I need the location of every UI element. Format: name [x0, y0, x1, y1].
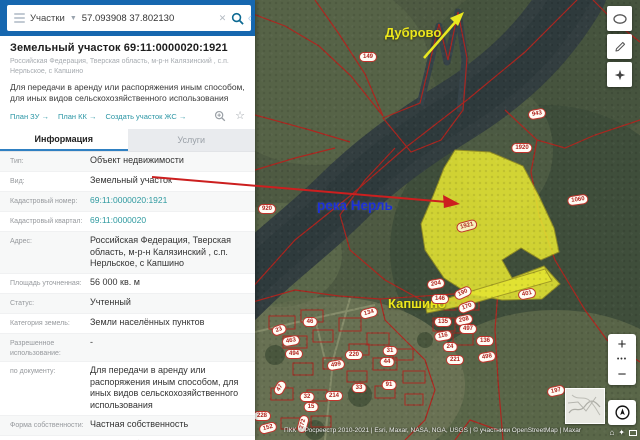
- favorite-star-icon[interactable]: ☆: [235, 110, 245, 122]
- chevron-down-icon[interactable]: ▼: [70, 15, 77, 22]
- object-address-subtitle: Российская Федерация, Тверская область, …: [10, 58, 229, 75]
- search-bar: Участки ▼ ✕ ‹: [0, 0, 255, 36]
- object-links-row: План ЗУ → План КК → Создать участок ЖС →…: [10, 110, 245, 122]
- info-row: Вид: Земельный участок: [0, 172, 255, 193]
- info-row-label: Кадастровый номер:: [10, 198, 78, 206]
- info-row-value: Объект недвижимости: [90, 155, 184, 166]
- page-title: Земельный участок 69:11:0000020:1921: [10, 42, 228, 54]
- plan-kk-link[interactable]: План КК →: [58, 112, 97, 121]
- info-row: Кадастровый квартал: 69:11:0000020: [0, 212, 255, 233]
- zoom-out-button[interactable]: −: [608, 365, 636, 384]
- star-small-icon[interactable]: ✦: [618, 428, 625, 437]
- search-input[interactable]: [81, 12, 214, 24]
- info-row-value: Учтенный: [90, 297, 131, 308]
- info-row-value: Для передачи в аренду или распоряжения и…: [90, 364, 239, 411]
- info-row: Разрешенное использование: -: [0, 334, 255, 362]
- info-row-value: -: [90, 337, 93, 348]
- info-row: по документу: Для передачи в аренду или р…: [0, 362, 255, 416]
- info-row-value: Земельный участок: [90, 175, 172, 186]
- info-row-label: Тип:: [10, 158, 24, 166]
- overview-minimap[interactable]: [565, 388, 605, 424]
- info-row-label: Форма собственности:: [10, 421, 84, 429]
- zoom-level-dots[interactable]: •••: [608, 354, 636, 365]
- create-plot-zhs-link[interactable]: Создать участок ЖС →: [105, 112, 186, 121]
- info-row-value: Российская Федерация, Тверская область, …: [90, 235, 231, 269]
- pencil-icon: [614, 41, 625, 52]
- info-row-value-link[interactable]: 69:11:0000020:1921: [90, 195, 245, 206]
- object-description: Для передачи в аренду или распоряжения и…: [10, 81, 245, 103]
- object-card: Земельный участок 69:11:0000020:1921 Рос…: [0, 36, 255, 125]
- info-row-value-link[interactable]: 69:11:0000020: [90, 215, 245, 226]
- plan-zu-link[interactable]: План ЗУ →: [10, 112, 49, 121]
- info-row: Площадь уточненная: 56 000 кв. м: [0, 274, 255, 295]
- map-panel[interactable]: Дуброво река Нерль Капшино 1921 149 943 192…: [255, 0, 640, 440]
- info-row-label: Статус:: [10, 300, 35, 308]
- zoom-to-object-icon[interactable]: [214, 110, 226, 122]
- search-category-select[interactable]: Участки: [30, 13, 65, 24]
- info-row: Адрес: Российская Федерация, Тверская обл…: [0, 232, 255, 275]
- menu-icon[interactable]: [14, 13, 25, 23]
- info-row-label: Кадастровый квартал:: [10, 218, 83, 226]
- search-area-button[interactable]: [607, 62, 632, 87]
- info-row: Тип: Объект недвижимости: [0, 152, 255, 173]
- minimap-roads: [567, 394, 601, 416]
- info-row: Кадастровый номер: 69:11:0000020:1921: [0, 192, 255, 213]
- ellipse-icon: [612, 13, 627, 24]
- tabs: Информация Услуги: [0, 129, 255, 153]
- info-row-label: Площадь уточненная:: [10, 280, 82, 288]
- info-row-value: 56 000 кв. м: [90, 277, 140, 288]
- tab-services[interactable]: Услуги: [127, 129, 255, 152]
- info-row-value: Частная собственность: [90, 418, 189, 429]
- info-row: Кадастровая стоимость:212 800 руб.: [0, 436, 255, 440]
- info-row: Категория земель: Земли населённых пункто…: [0, 314, 255, 335]
- fullscreen-icon[interactable]: [629, 429, 637, 436]
- location-arrow-icon: [614, 405, 630, 420]
- measure-button[interactable]: [607, 34, 632, 59]
- home-icon[interactable]: ⌂: [609, 428, 614, 437]
- zoom-controls: + ••• −: [608, 334, 636, 385]
- zoom-in-button[interactable]: +: [608, 335, 636, 354]
- info-row-value: Земли населённых пунктов: [90, 317, 205, 328]
- search-field: Участки ▼ ✕: [7, 5, 252, 31]
- info-row: Форма собственности: Частная собственност…: [0, 415, 255, 436]
- info-row-label: по документу:: [10, 367, 56, 375]
- info-row: Статус: Учтенный: [0, 294, 255, 315]
- search-icon[interactable]: [231, 12, 245, 25]
- star-icon: [614, 69, 625, 80]
- info-row-label: Разрешенное использование:: [10, 340, 61, 357]
- locate-button[interactable]: [608, 400, 636, 425]
- info-row-label: Категория земель:: [10, 320, 70, 328]
- clear-icon[interactable]: ✕: [219, 13, 227, 24]
- info-row-label: Адрес:: [10, 238, 32, 246]
- tab-information[interactable]: Информация: [0, 129, 128, 152]
- map-canvas[interactable]: [255, 0, 640, 440]
- info-row-label: Вид:: [10, 178, 25, 186]
- collapse-panel-icon[interactable]: ‹: [248, 11, 252, 24]
- pkk-app: Участки ▼ ✕ ‹ Земельный участок 69:11:00…: [0, 0, 640, 440]
- corner-tools: ⌂ ✦: [609, 428, 637, 437]
- info-table: Тип: Объект недвижимости Вид: Земельный уча…: [0, 152, 255, 440]
- spatial-objects-button[interactable]: [607, 6, 632, 31]
- left-panel: Участки ▼ ✕ ‹ Земельный участок 69:11:00…: [0, 0, 255, 440]
